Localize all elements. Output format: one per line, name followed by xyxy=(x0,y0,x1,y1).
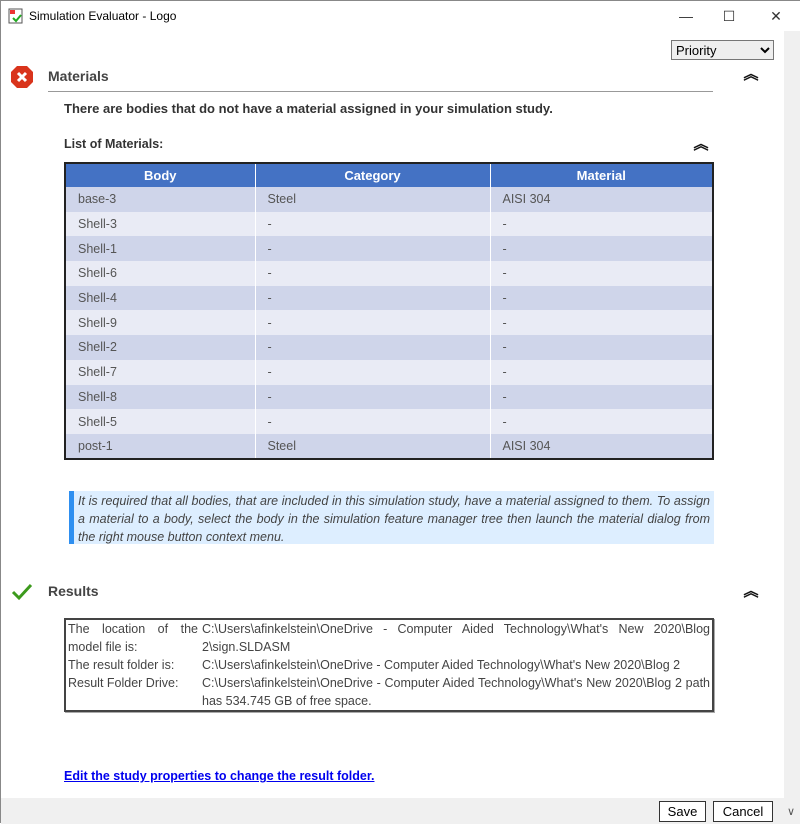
table-cell: - xyxy=(489,310,713,336)
table-row: Shell-3- - xyxy=(64,211,713,237)
materials-table: Body Category Material base-3 Steel AISI 3… xyxy=(64,162,714,460)
result-value: C:\Users\afinkelstein\OneDrive - Compute… xyxy=(202,658,681,672)
table-row: Shell-4- - xyxy=(64,285,713,311)
table-row: Shell-9- - xyxy=(64,310,713,336)
materials-title: Materials xyxy=(48,68,109,84)
materials-message: There are bodies that do not have a mate… xyxy=(64,101,553,116)
table-cell: Shell-7 xyxy=(64,359,255,385)
minimize-button[interactable]: — xyxy=(671,5,701,27)
save-button[interactable]: Save xyxy=(659,801,706,822)
app-icon xyxy=(8,8,23,24)
table-cell: Shell-8 xyxy=(64,384,255,410)
close-button[interactable]: ✕ xyxy=(761,5,791,27)
result-row: Result Folder Drive: C:\Users\afinkelstei… xyxy=(65,674,713,711)
column-header: Category xyxy=(254,163,490,187)
collapse-results-icon[interactable]: ︽ xyxy=(743,584,759,599)
table-cell: - xyxy=(254,335,490,360)
vertical-scrollbar[interactable]: ∨ xyxy=(784,31,800,824)
table-row: Shell-7- - xyxy=(64,359,713,385)
table-cell: Shell-9 xyxy=(64,310,255,336)
divider xyxy=(48,91,713,92)
table-cell: - xyxy=(489,359,713,385)
maximize-button[interactable]: ☐ xyxy=(714,5,744,27)
table-row: Shell-5- - xyxy=(64,409,713,434)
result-row: The location of the model file is: C:\Use… xyxy=(65,619,713,656)
table-cell: AISI 304 xyxy=(489,433,713,459)
table-cell: - xyxy=(489,409,713,434)
table-cell: Steel xyxy=(254,433,490,459)
result-label: The result folder is: xyxy=(68,658,175,672)
table-row: Shell-6- - xyxy=(64,261,713,286)
sort-dropdown[interactable]: Priority xyxy=(671,40,774,60)
table-cell: Shell-4 xyxy=(64,285,255,311)
result-value: C:\Users\afinkelstein\OneDrive - Compute… xyxy=(202,676,710,708)
table-cell: Shell-3 xyxy=(64,211,255,237)
table-cell: - xyxy=(254,384,490,410)
collapse-materials-icon[interactable]: ︽ xyxy=(743,67,759,82)
check-icon xyxy=(11,583,33,601)
result-row: The result folder is: C:\Users\afinkelste… xyxy=(65,656,713,674)
table-row: Shell-8- - xyxy=(64,384,713,410)
table-cell: AISI 304 xyxy=(489,187,713,212)
table-cell: - xyxy=(489,236,713,262)
edit-study-properties-link[interactable]: Edit the study properties to change the … xyxy=(64,769,374,783)
result-label: Result Folder Drive: xyxy=(68,676,179,690)
collapse-list-icon[interactable]: ︽ xyxy=(693,137,709,152)
table-cell: - xyxy=(254,310,490,336)
table-cell: - xyxy=(254,211,490,237)
table-cell: - xyxy=(254,409,490,434)
error-icon xyxy=(11,66,33,88)
scroll-down-icon[interactable]: ∨ xyxy=(787,805,795,818)
column-header: Body xyxy=(64,163,255,187)
column-header: Material xyxy=(489,163,713,187)
result-value: C:\Users\afinkelstein\OneDrive - Compute… xyxy=(202,622,710,654)
table-cell: base-3 xyxy=(64,187,255,212)
results-table: The location of the model file is: C:\Use… xyxy=(64,618,714,712)
table-cell: - xyxy=(489,261,713,286)
table-cell: Shell-5 xyxy=(64,409,255,434)
table-cell: Shell-1 xyxy=(64,236,255,262)
table-cell: - xyxy=(254,285,490,311)
table-cell: - xyxy=(254,359,490,385)
table-row: base-3 Steel AISI 304 xyxy=(64,187,713,212)
table-cell: - xyxy=(489,335,713,360)
table-row: Shell-1- - xyxy=(64,236,713,262)
info-note: It is required that all bodies, that are… xyxy=(69,491,714,544)
list-title: List of Materials: xyxy=(64,137,164,151)
table-cell: - xyxy=(254,236,490,262)
table-cell: Steel xyxy=(254,187,490,212)
results-title: Results xyxy=(48,583,99,599)
table-row: post-1 Steel AISI 304 xyxy=(64,433,713,459)
table-row: Shell-2- - xyxy=(64,335,713,360)
table-cell: - xyxy=(489,211,713,237)
result-label: The location of the model file is: xyxy=(68,622,198,654)
table-cell: post-1 xyxy=(64,433,255,459)
table-cell: - xyxy=(489,384,713,410)
cancel-button[interactable]: Cancel xyxy=(713,801,773,822)
window-title: Simulation Evaluator - Logo xyxy=(29,9,177,23)
table-cell: Shell-6 xyxy=(64,261,255,286)
table-cell: - xyxy=(254,261,490,286)
table-cell: Shell-2 xyxy=(64,335,255,360)
table-cell: - xyxy=(489,285,713,311)
title-bar: Simulation Evaluator - Logo — ☐ ✕ xyxy=(1,1,800,31)
